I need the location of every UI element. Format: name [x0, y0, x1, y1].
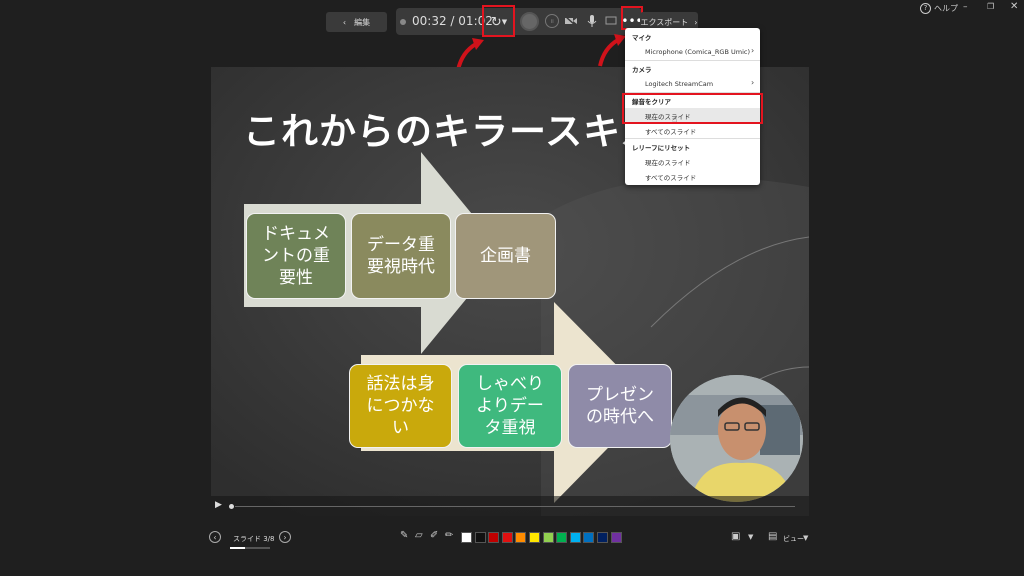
dropdown-arrow-icon[interactable]: ▼: [803, 534, 808, 542]
slide-title: これからのキラースキル: [243, 110, 660, 153]
box-text: の時代へ: [586, 407, 654, 427]
slide-counter: スライド 3/8: [233, 535, 275, 543]
pause-icon[interactable]: ॥: [545, 14, 559, 28]
color-swatch[interactable]: [488, 532, 500, 543]
edit-button[interactable]: ‹ 編集: [326, 12, 387, 32]
help-label: ヘルプ: [934, 4, 958, 13]
screen-share-icon[interactable]: [604, 13, 618, 29]
marker-icon[interactable]: ✐: [430, 530, 438, 541]
eraser-icon[interactable]: ▱: [415, 530, 423, 541]
menu-separator: [625, 138, 760, 139]
pen-icon[interactable]: ✎: [400, 530, 408, 541]
layout-view-icon[interactable]: ▤: [768, 531, 777, 542]
view-label[interactable]: ビュー: [783, 534, 804, 544]
color-swatch[interactable]: [461, 532, 472, 543]
time-separator: /: [450, 14, 455, 28]
color-swatch[interactable]: [529, 532, 540, 543]
minimize-icon[interactable]: –: [963, 2, 968, 12]
color-swatch[interactable]: [597, 532, 608, 543]
export-label: エクスポート: [640, 17, 689, 27]
color-swatch[interactable]: [610, 532, 622, 543]
menu-item-reset-all[interactable]: すべてのスライド: [645, 172, 696, 182]
playback-scrubber[interactable]: [229, 504, 234, 509]
chevron-right-icon: ›: [694, 17, 698, 27]
timer: 00:32 / 01:02: [412, 14, 493, 28]
microphone-icon[interactable]: [585, 13, 599, 29]
highlight-reset: [482, 5, 515, 37]
color-swatch[interactable]: [569, 532, 581, 543]
next-slide-icon[interactable]: ›: [279, 531, 291, 543]
box-text: しゃべり: [476, 374, 544, 394]
play-icon[interactable]: ▶: [215, 500, 222, 510]
camera-view-icon[interactable]: ▣: [731, 531, 740, 542]
box-text: ントの重: [262, 246, 330, 266]
color-swatch[interactable]: [542, 532, 554, 543]
box-text: 要性: [279, 268, 313, 288]
playback-track: [235, 506, 795, 507]
prev-slide-icon[interactable]: ‹: [209, 531, 221, 543]
menu-header-camera: カメラ: [632, 66, 652, 74]
help-button[interactable]: ? ヘルプ: [920, 3, 958, 14]
color-swatch[interactable]: [583, 532, 595, 543]
box-text: よりデー: [476, 396, 544, 416]
menu-header-mic: マイク: [632, 34, 652, 42]
menu-item-reset-current[interactable]: 現在のスライド: [645, 157, 691, 167]
box-text: タ重視: [484, 418, 536, 438]
highlighter-icon[interactable]: ✏: [445, 530, 453, 541]
close-icon[interactable]: ✕: [1010, 1, 1018, 12]
box-text: 話法は身: [366, 374, 435, 394]
box-text: ドキュメ: [262, 224, 330, 244]
box-text: データ重: [367, 235, 435, 255]
chevron-right-icon: ›: [751, 46, 755, 55]
question-circle-icon: ?: [920, 3, 931, 14]
box-document-importance: ドキュメ ントの重 要性: [246, 213, 346, 299]
menu-item-camera-device[interactable]: Logitech StreamCam: [645, 80, 713, 88]
box-text: 要視時代: [367, 257, 435, 277]
box-speech: 話法は身 につかない: [349, 364, 452, 448]
box-presentation-era: プレゼン の時代へ: [568, 364, 672, 448]
box-data-over-talk: しゃべり よりデー タ重視: [458, 364, 562, 448]
box-text: プレゼン: [586, 385, 654, 405]
box-data-era: データ重 要視時代: [351, 213, 451, 299]
camera-off-icon[interactable]: [563, 13, 579, 29]
chevron-left-icon: ‹: [342, 17, 347, 27]
record-dot-icon: [400, 19, 406, 25]
box-text: 企画書: [480, 246, 531, 266]
chevron-right-icon: ›: [751, 78, 755, 87]
menu-item-clear-all[interactable]: すべてのスライド: [645, 126, 696, 136]
color-swatch[interactable]: [474, 532, 486, 543]
time-current: 00:32: [412, 14, 447, 28]
edit-label: 編集: [354, 17, 371, 27]
menu-header-reset: レリーフにリセット: [632, 144, 691, 152]
box-proposal: 企画書: [455, 213, 556, 299]
box-text: い: [392, 418, 409, 438]
menu-separator: [625, 60, 760, 61]
slide-progress-fill: [230, 547, 245, 549]
record-button[interactable]: [520, 12, 539, 31]
highlight-clear-recording: [622, 93, 763, 124]
restore-icon[interactable]: ❐: [987, 2, 994, 11]
webcam-video[interactable]: [670, 375, 803, 502]
color-swatch[interactable]: [515, 532, 527, 543]
dropdown-arrow-icon[interactable]: ▼: [748, 533, 753, 541]
box-text: につかな: [366, 396, 435, 416]
color-swatch[interactable]: [501, 532, 513, 543]
color-swatch[interactable]: [556, 532, 568, 543]
menu-item-mic-device[interactable]: Microphone (Comica_RGB Umic): [645, 48, 750, 56]
